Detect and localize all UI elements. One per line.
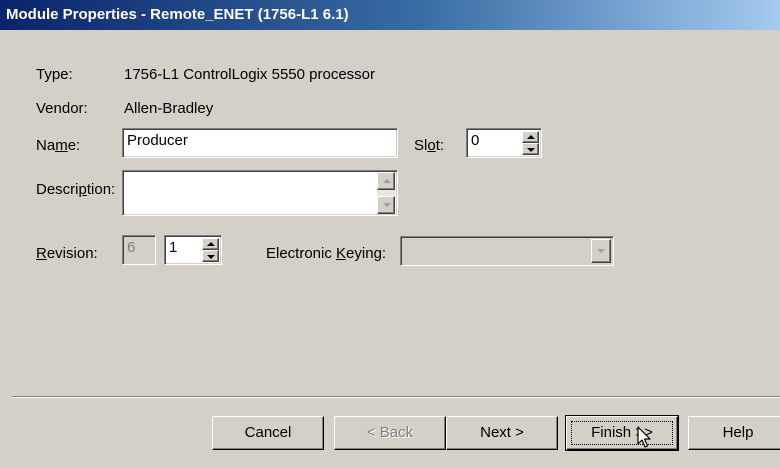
scroll-down-arrow-icon [383, 203, 391, 207]
mouse-cursor-icon [637, 426, 651, 448]
up-arrow-icon [207, 242, 215, 246]
type-value: 1756-L1 ControlLogix 5550 processor [124, 66, 375, 83]
window-title: Module Properties - Remote_ENET (1756-L1… [6, 6, 349, 23]
down-arrow-icon [527, 148, 535, 152]
slot-spin-up-button[interactable] [522, 131, 539, 143]
slot-input-value: 0 [471, 132, 480, 149]
title-bar[interactable]: Module Properties - Remote_ENET (1756-L1… [0, 0, 780, 30]
type-label: Type: [36, 66, 73, 83]
electronic-keying-label: Electronic Keying: [266, 245, 387, 262]
scroll-down-button[interactable] [377, 196, 395, 214]
down-arrow-icon [207, 255, 215, 259]
revision-minor-value: 1 [169, 239, 178, 256]
description-textarea[interactable] [122, 170, 398, 216]
electronic-keying-dropdown-button[interactable] [591, 239, 611, 263]
revision-spinner[interactable] [202, 238, 219, 262]
revision-major-field: 6 [122, 235, 156, 265]
scroll-up-button[interactable] [377, 172, 395, 190]
back-button[interactable]: < Back [334, 416, 446, 450]
cancel-button[interactable]: Cancel [212, 416, 324, 450]
help-button[interactable]: Help [688, 416, 780, 450]
slot-spinner[interactable] [522, 131, 539, 155]
revision-spin-up-button[interactable] [202, 238, 219, 250]
vendor-label: Vendor: [36, 100, 88, 117]
vendor-value: Allen-Bradley [124, 100, 214, 117]
name-input-value: Producer [127, 132, 188, 149]
electronic-keying-select[interactable] [400, 236, 614, 266]
description-label: Description: [36, 181, 116, 198]
name-label: Name: [36, 137, 81, 154]
up-arrow-icon [527, 135, 535, 139]
slot-spin-down-button[interactable] [522, 143, 539, 155]
revision-major-value: 6 [127, 239, 136, 256]
revision-label: Revision: [36, 245, 98, 262]
slot-label: Slot: [414, 137, 445, 154]
next-button[interactable]: Next > [446, 416, 558, 450]
finish-button[interactable]: Finish >> [565, 415, 679, 451]
scroll-up-arrow-icon [383, 179, 391, 183]
revision-spin-down-button[interactable] [202, 250, 219, 262]
chevron-down-icon [597, 249, 605, 253]
name-input[interactable]: Producer [122, 128, 398, 158]
description-scrollbar[interactable] [377, 172, 395, 214]
focus-rectangle [571, 421, 673, 445]
